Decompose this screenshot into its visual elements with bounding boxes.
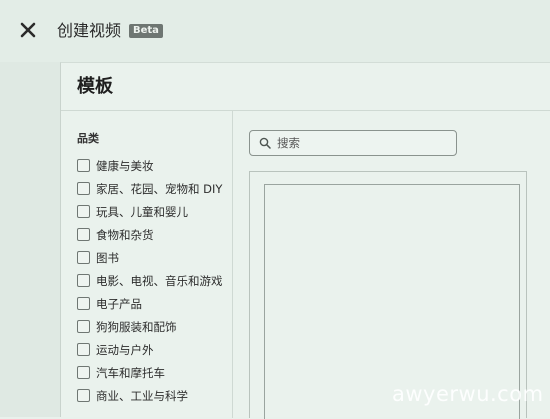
category-label: 汽车和摩托车	[96, 365, 165, 380]
category-section-title: 品类	[77, 132, 99, 145]
category-item[interactable]: 汽车和摩托车	[77, 361, 223, 384]
left-gutter	[0, 62, 60, 417]
category-checkbox[interactable]	[77, 343, 90, 356]
watermark: awyerwu.com	[392, 382, 544, 406]
category-checkbox[interactable]	[77, 320, 90, 333]
panel-title: 模板	[77, 76, 113, 97]
category-item[interactable]: 玩具、儿童和婴儿	[77, 200, 223, 223]
category-item[interactable]: 健康与美妆	[77, 154, 223, 177]
category-item[interactable]: 电影、电视、音乐和游戏	[77, 269, 223, 292]
category-item[interactable]: 图书	[77, 246, 223, 269]
close-icon	[20, 22, 36, 38]
category-label: 电影、电视、音乐和游戏	[96, 273, 223, 288]
category-sidebar: 品类 健康与美妆 家居、花园、宠物和 DIY 玩具、儿童和婴儿 食物和杂货 图书	[61, 111, 233, 418]
templates-panel: 模板 品类 健康与美妆 家居、花园、宠物和 DIY 玩具、儿童和婴儿 食物和杂货	[60, 62, 550, 419]
panel-header: 模板	[61, 63, 550, 111]
search-box[interactable]	[249, 130, 457, 156]
category-item[interactable]: 狗狗服装和配饰	[77, 315, 223, 338]
top-bar: 创建视频 Beta	[0, 0, 550, 62]
category-item[interactable]: 商业、工业与科学	[77, 384, 223, 407]
category-item[interactable]: 食物和杂货	[77, 223, 223, 246]
template-grid	[249, 171, 527, 419]
category-checkbox[interactable]	[77, 389, 90, 402]
category-checkbox[interactable]	[77, 251, 90, 264]
beta-badge: Beta	[129, 24, 163, 38]
category-checkbox[interactable]	[77, 159, 90, 172]
category-checkbox[interactable]	[77, 228, 90, 241]
close-button[interactable]	[16, 18, 40, 42]
category-label: 狗狗服装和配饰	[96, 319, 177, 334]
category-item[interactable]: 运动与户外	[77, 338, 223, 361]
category-item[interactable]: 家居、花园、宠物和 DIY	[77, 177, 223, 200]
category-checkbox[interactable]	[77, 366, 90, 379]
category-checkbox[interactable]	[77, 297, 90, 310]
search-icon	[258, 136, 272, 150]
page-title: 创建视频	[57, 21, 122, 40]
category-label: 健康与美妆	[96, 158, 154, 173]
category-item[interactable]: 电子产品	[77, 292, 223, 315]
category-label: 电子产品	[96, 296, 142, 311]
category-checkbox[interactable]	[77, 274, 90, 287]
category-label: 运动与户外	[96, 342, 154, 357]
category-label: 食物和杂货	[96, 227, 154, 242]
search-input[interactable]	[277, 136, 447, 150]
category-label: 商业、工业与科学	[96, 388, 188, 403]
category-label: 家居、花园、宠物和 DIY	[96, 181, 223, 196]
category-checkbox[interactable]	[77, 205, 90, 218]
category-label: 图书	[96, 250, 119, 265]
category-list: 健康与美妆 家居、花园、宠物和 DIY 玩具、儿童和婴儿 食物和杂货 图书 电影…	[77, 154, 223, 407]
category-label: 玩具、儿童和婴儿	[96, 204, 188, 219]
category-checkbox[interactable]	[77, 182, 90, 195]
